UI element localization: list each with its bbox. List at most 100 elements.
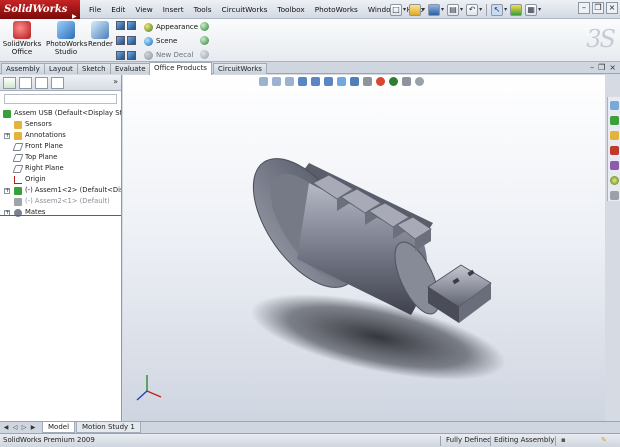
menu-view[interactable]: View [130,0,157,19]
origin-icon [14,176,22,184]
open-dropdown-icon[interactable]: ▾ [422,6,425,13]
photoworks-studio-button[interactable]: PhotoWorks Studio [46,20,88,56]
plane-icon [12,154,24,162]
design-library-icon[interactable] [609,116,619,125]
save-icon[interactable] [428,3,441,16]
scene-button[interactable]: Scene [144,35,177,47]
undo-icon[interactable]: ↶ [466,3,479,16]
tree-item-annotations[interactable]: + Annotations [0,130,121,141]
new-dropdown-icon[interactable]: ▾ [403,6,406,13]
subassembly-icon [14,198,22,206]
doc-restore-icon[interactable]: ❐ [598,63,605,72]
tree-item-label: Assem USB (Default<Display State- [14,109,121,117]
title-menu-bar: SolidWorks ▶ File Edit View Insert Tools… [0,0,620,20]
feature-tree: Assem USB (Default<Display State- Sensor… [0,108,121,218]
file-explorer-icon[interactable] [609,131,619,140]
property-manager-tab-icon[interactable] [19,77,32,89]
select-dropdown-icon[interactable]: ▾ [504,6,507,13]
menu-toolbox[interactable]: Toolbox [272,0,309,19]
undo-dropdown-icon[interactable]: ▾ [479,6,482,13]
menu-file[interactable]: File [84,0,106,19]
last-tab-icon[interactable]: ▶ [29,423,37,432]
next-tab-icon[interactable]: ▷ [20,423,28,432]
tree-item-front-plane[interactable]: Front Plane [0,141,121,152]
view-palette-icon[interactable] [609,161,619,170]
help-icon[interactable]: ✎ [601,434,607,447]
window-controls: – ❐ × [578,2,618,14]
rollback-bar[interactable] [0,215,121,216]
appearance-label: Appearance [156,23,199,31]
menu-insert[interactable]: Insert [158,0,189,19]
tool-icon[interactable] [116,36,125,45]
solidworks-logo-button[interactable]: SolidWorks ▶ [0,0,80,20]
edit-decal-icon[interactable] [200,50,209,59]
new-icon[interactable]: □ [390,3,402,16]
graphics-area[interactable] [123,75,605,421]
tree-item-assem-usb[interactable]: Assem USB (Default<Display State- [0,108,121,119]
tool-icon[interactable] [127,36,136,45]
tree-item-top-plane[interactable]: Top Plane [0,152,121,163]
expand-icon[interactable]: + [4,133,10,139]
open-icon[interactable] [409,3,422,16]
tab-motion-study-1[interactable]: Motion Study 1 [76,422,141,433]
save-dropdown-icon[interactable]: ▾ [441,6,444,13]
chevron-right-icon[interactable]: » [113,77,118,86]
tab-office-products[interactable]: Office Products [149,62,212,75]
close-icon[interactable]: × [606,2,618,14]
tab-model[interactable]: Model [42,422,76,433]
tree-filter-input[interactable] [4,94,117,104]
tree-item-assem1[interactable]: + (-) Assem1<2> (Default<Display [0,185,121,196]
configuration-manager-tab-icon[interactable] [35,77,48,89]
feature-tree-tab-icon[interactable] [3,77,16,89]
doc-minimize-icon[interactable]: – [590,63,594,72]
document-window-controls: – ❐ × [590,63,616,72]
print-dropdown-icon[interactable]: ▾ [460,6,463,13]
tab-circuitworks[interactable]: CircuitWorks [213,63,267,74]
solidworks-office-icon [13,21,31,39]
tab-evaluate[interactable]: Evaluate [110,63,151,74]
separator [440,436,441,446]
rebuild-icon[interactable] [510,3,523,16]
appearances-icon[interactable] [609,176,619,185]
menu-edit[interactable]: Edit [106,0,130,19]
search-icon[interactable] [609,146,619,155]
options-icon[interactable]: ▦ [525,3,538,16]
render-button[interactable]: Render [88,20,113,48]
solidworks-resources-icon[interactable] [609,101,619,110]
tree-item-sensors[interactable]: Sensors [0,119,121,130]
tree-item-mates[interactable]: + Mates [0,207,121,218]
new-decal-button[interactable]: New Decal [144,49,193,61]
tree-item-label: Annotations [25,131,66,139]
prev-tab-icon[interactable]: ◁ [11,423,19,432]
select-icon[interactable]: ↖ [491,3,504,16]
tool-icon[interactable] [127,51,136,60]
display-manager-tab-icon[interactable] [51,77,64,89]
tool-icon[interactable] [127,21,136,30]
expand-icon[interactable]: + [4,188,10,194]
edit-appearance-icon[interactable] [200,22,209,31]
tab-assembly[interactable]: Assembly [1,63,45,74]
solidworks-office-button[interactable]: SolidWorks Office [2,20,42,56]
print-icon[interactable]: ▤ [447,3,460,16]
tree-item-assem2[interactable]: (-) Assem2<1> (Default) [0,196,121,207]
options-dropdown-icon[interactable]: ▾ [538,6,541,13]
tree-item-origin[interactable]: Origin [0,174,121,185]
menu-circuitworks[interactable]: CircuitWorks [217,0,273,19]
tree-item-right-plane[interactable]: Right Plane [0,163,121,174]
doc-close-icon[interactable]: × [609,63,616,72]
tab-sketch[interactable]: Sketch [77,63,111,74]
appearance-button[interactable]: Appearance [144,21,198,33]
photoworks-studio-label: PhotoWorks Studio [46,40,88,56]
render-icon [91,21,109,39]
tool-icon[interactable] [116,51,125,60]
menu-photoworks[interactable]: PhotoWorks [310,0,363,19]
tree-item-label: Sensors [25,120,52,128]
tool-icon[interactable] [116,21,125,30]
custom-properties-icon[interactable] [609,191,619,200]
minimize-icon[interactable]: – [578,2,590,14]
edit-scene-icon[interactable] [200,36,209,45]
first-tab-icon[interactable]: ◀ [2,423,10,432]
tab-layout[interactable]: Layout [44,63,78,74]
menu-tools[interactable]: Tools [189,0,217,19]
restore-icon[interactable]: ❐ [592,2,604,14]
